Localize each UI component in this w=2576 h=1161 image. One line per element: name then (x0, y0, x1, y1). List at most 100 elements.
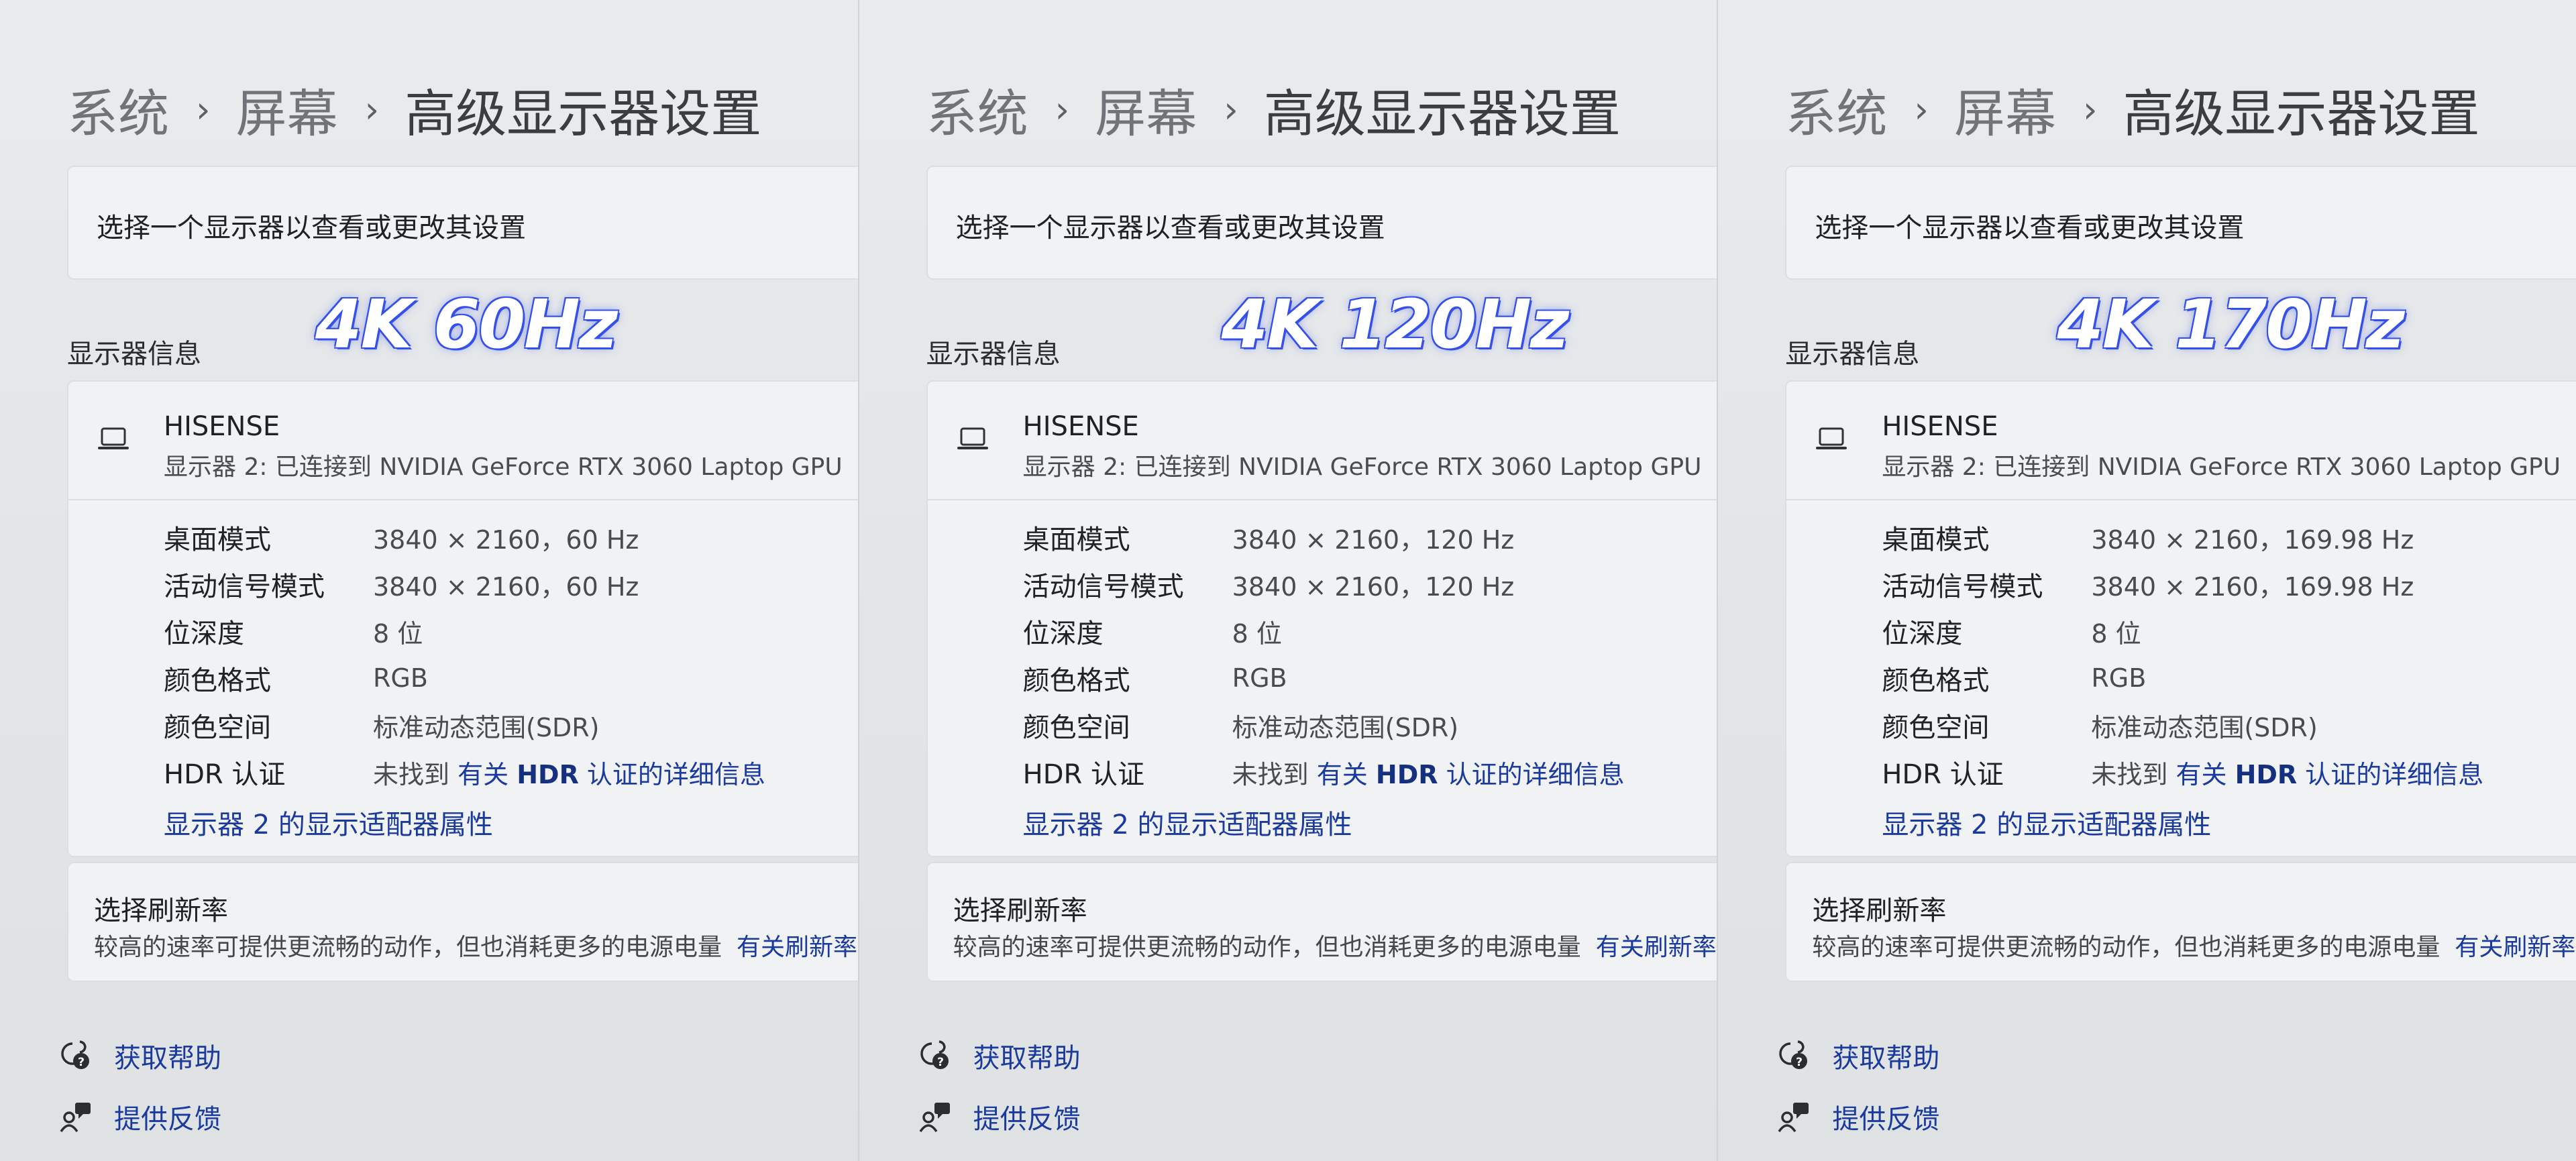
chevron-right-icon: › (2082, 88, 2098, 131)
monitor-subtitle: 显示器 2: 已连接到 NVIDIA GeForce RTX 3060 Lapt… (1882, 453, 2561, 481)
breadcrumb-system[interactable]: 系统 (926, 72, 1028, 146)
help-icon: ? (61, 1040, 89, 1069)
svg-text:?: ? (78, 1056, 85, 1069)
info-value: 3840 × 2160，169.98 Hz (2091, 524, 2414, 555)
hdr-link-pre: 有关 (1316, 759, 1368, 789)
info-label: 颜色格式 (164, 665, 271, 696)
breadcrumb-system[interactable]: 系统 (67, 72, 169, 146)
refresh-rate-desc: 较高的速率可提供更流畅的动作，但也消耗更多的电源电量 有关刷新率 (1812, 928, 2575, 962)
info-row-bit-depth: 位深度 8 位 (1882, 611, 2141, 651)
info-label: HDR 认证 (1022, 759, 1145, 790)
settings-panel: 系统 › 屏幕 › 高级显示器设置 选择一个显示器以查看或更改其设置 显示器信息… (857, 0, 1717, 1161)
info-value: 3840 × 2160，60 Hz (373, 524, 639, 555)
info-label: 桌面模式 (1882, 524, 1990, 555)
monitor-header: HISENSE 显示器 2: 已连接到 NVIDIA GeForce RTX 3… (927, 382, 1717, 500)
info-row-hdr: HDR 认证 未找到 有关 HDR 认证的详细信息 (1023, 752, 1625, 792)
help-icon: ? (920, 1040, 949, 1069)
hdr-link-post: 认证的详细信息 (2305, 759, 2484, 789)
refresh-rate-link[interactable]: 有关刷新率 (2455, 934, 2575, 961)
monitor-name: HISENSE (1022, 411, 1139, 442)
info-value: 8 位 (1232, 618, 1282, 649)
info-value: 3840 × 2160，120 Hz (1232, 571, 1515, 602)
info-value: 8 位 (2091, 618, 2141, 649)
laptop-icon (98, 427, 129, 449)
hdr-status: 未找到 (2091, 759, 2168, 789)
refresh-rate-card[interactable]: 选择刷新率 较高的速率可提供更流畅的动作，但也消耗更多的电源电量 有关刷新率 (1785, 862, 2576, 982)
adapter-properties-link[interactable]: 显示器 2 的显示适配器属性 (1882, 803, 2211, 842)
hdr-details-link[interactable]: 有关 HDR 认证的详细信息 (2176, 760, 2483, 789)
breadcrumb-display[interactable]: 屏幕 (1095, 72, 1197, 146)
hdr-details-link[interactable]: 有关 HDR 认证的详细信息 (1317, 760, 1625, 789)
refresh-rate-title: 选择刷新率 (1812, 895, 1947, 926)
display-info-card: HISENSE 显示器 2: 已连接到 NVIDIA GeForce RTX 3… (67, 380, 858, 857)
laptop-icon (957, 427, 988, 449)
refresh-rate-badge: 4K 170Hz (2057, 285, 2405, 364)
info-value: 3840 × 2160，169.98 Hz (2091, 571, 2414, 602)
get-help-link[interactable]: ? 获取帮助 (1777, 1036, 1939, 1075)
info-label: 位深度 (164, 618, 244, 649)
info-value: 标准动态范围(SDR) (373, 712, 600, 742)
adapter-properties-link[interactable]: 显示器 2 的显示适配器属性 (164, 803, 493, 842)
info-value: 标准动态范围(SDR) (1232, 712, 1459, 742)
laptop-icon (1816, 427, 1847, 449)
info-row-hdr: HDR 认证 未找到 有关 HDR 认证的详细信息 (1882, 752, 2483, 792)
info-value: 未找到 有关 HDR 认证的详细信息 (1232, 754, 1625, 791)
breadcrumb-display[interactable]: 屏幕 (1954, 72, 2056, 146)
info-row-desktop-mode: 桌面模式 3840 × 2160，120 Hz (1023, 517, 1515, 557)
breadcrumb: 系统 › 屏幕 › 高级显示器设置 (926, 72, 1621, 146)
refresh-rate-link[interactable]: 有关刷新率 (1596, 934, 1717, 961)
hdr-link-pre: 有关 (2176, 759, 2227, 789)
help-icon: ? (1779, 1040, 1808, 1069)
refresh-rate-desc: 较高的速率可提供更流畅的动作，但也消耗更多的电源电量 有关刷新率 (94, 928, 857, 962)
hdr-link-post: 认证的详细信息 (586, 759, 765, 789)
breadcrumb-display[interactable]: 屏幕 (236, 72, 338, 146)
feedback-link[interactable]: 提供反馈 (1777, 1097, 1939, 1136)
info-row-active-signal: 活动信号模式 3840 × 2160，60 Hz (164, 564, 639, 604)
svg-text:?: ? (937, 1056, 944, 1069)
comparison-root: 系统 › 屏幕 › 高级显示器设置 选择一个显示器以查看或更改其设置 显示器信息… (0, 0, 2576, 1161)
settings-panel: 系统 › 屏幕 › 高级显示器设置 选择一个显示器以查看或更改其设置 显示器信息… (0, 0, 858, 1161)
select-display-card[interactable]: 选择一个显示器以查看或更改其设置 (926, 166, 1717, 280)
feedback-label: 提供反馈 (114, 1104, 221, 1135)
monitor-header: HISENSE 显示器 2: 已连接到 NVIDIA GeForce RTX 3… (68, 382, 858, 500)
info-row-color-space: 颜色空间 标准动态范围(SDR) (1023, 705, 1458, 745)
info-value: 3840 × 2160，60 Hz (373, 571, 639, 602)
page-title: 高级显示器设置 (2123, 84, 2480, 144)
refresh-rate-card[interactable]: 选择刷新率 较高的速率可提供更流畅的动作，但也消耗更多的电源电量 有关刷新率 (67, 862, 858, 982)
refresh-rate-card[interactable]: 选择刷新率 较高的速率可提供更流畅的动作，但也消耗更多的电源电量 有关刷新率 (926, 862, 1717, 982)
refresh-rate-link[interactable]: 有关刷新率 (737, 934, 857, 961)
info-label: 位深度 (1022, 618, 1104, 649)
monitor-header: HISENSE 显示器 2: 已连接到 NVIDIA GeForce RTX 3… (1786, 382, 2576, 500)
get-help-link[interactable]: ? 获取帮助 (918, 1036, 1081, 1075)
feedback-label: 提供反馈 (1832, 1104, 1940, 1135)
monitor-subtitle: 显示器 2: 已连接到 NVIDIA GeForce RTX 3060 Lapt… (1022, 453, 1702, 481)
info-value: RGB (1232, 663, 1287, 693)
get-help-link[interactable]: ? 获取帮助 (59, 1036, 221, 1075)
info-row-color-format: 颜色格式 RGB (164, 658, 428, 698)
select-display-card[interactable]: 选择一个显示器以查看或更改其设置 (1785, 166, 2576, 280)
info-row-active-signal: 活动信号模式 3840 × 2160，169.98 Hz (1882, 564, 2414, 604)
feedback-link[interactable]: 提供反馈 (918, 1097, 1081, 1136)
chevron-right-icon: › (1224, 88, 1238, 131)
hdr-link-bold: HDR (1375, 759, 1438, 789)
hdr-link-bold: HDR (2235, 759, 2298, 789)
info-row-active-signal: 活动信号模式 3840 × 2160，120 Hz (1023, 564, 1515, 604)
feedback-icon (60, 1103, 91, 1133)
adapter-properties-link[interactable]: 显示器 2 的显示适配器属性 (1023, 803, 1352, 842)
info-value: 未找到 有关 HDR 认证的详细信息 (373, 754, 765, 791)
select-display-text: 选择一个显示器以查看或更改其设置 (1815, 213, 2245, 243)
hdr-link-pre: 有关 (458, 759, 509, 789)
info-label: HDR 认证 (1882, 759, 2004, 790)
hdr-link-post: 认证的详细信息 (1446, 759, 1625, 789)
refresh-rate-desc-text: 较高的速率可提供更流畅的动作，但也消耗更多的电源电量 (94, 934, 722, 961)
info-row-color-format: 颜色格式 RGB (1023, 658, 1287, 698)
hdr-details-link[interactable]: 有关 HDR 认证的详细信息 (458, 760, 765, 789)
feedback-link[interactable]: 提供反馈 (59, 1097, 221, 1136)
breadcrumb-system[interactable]: 系统 (1785, 72, 1887, 146)
info-row-color-space: 颜色空间 标准动态范围(SDR) (1882, 705, 2317, 745)
section-label-display-info: 显示器信息 (926, 339, 1061, 370)
display-info-card: HISENSE 显示器 2: 已连接到 NVIDIA GeForce RTX 3… (1785, 380, 2576, 857)
select-display-card[interactable]: 选择一个显示器以查看或更改其设置 (67, 166, 858, 280)
info-value: RGB (2091, 663, 2147, 693)
info-row-desktop-mode: 桌面模式 3840 × 2160，60 Hz (164, 517, 639, 557)
